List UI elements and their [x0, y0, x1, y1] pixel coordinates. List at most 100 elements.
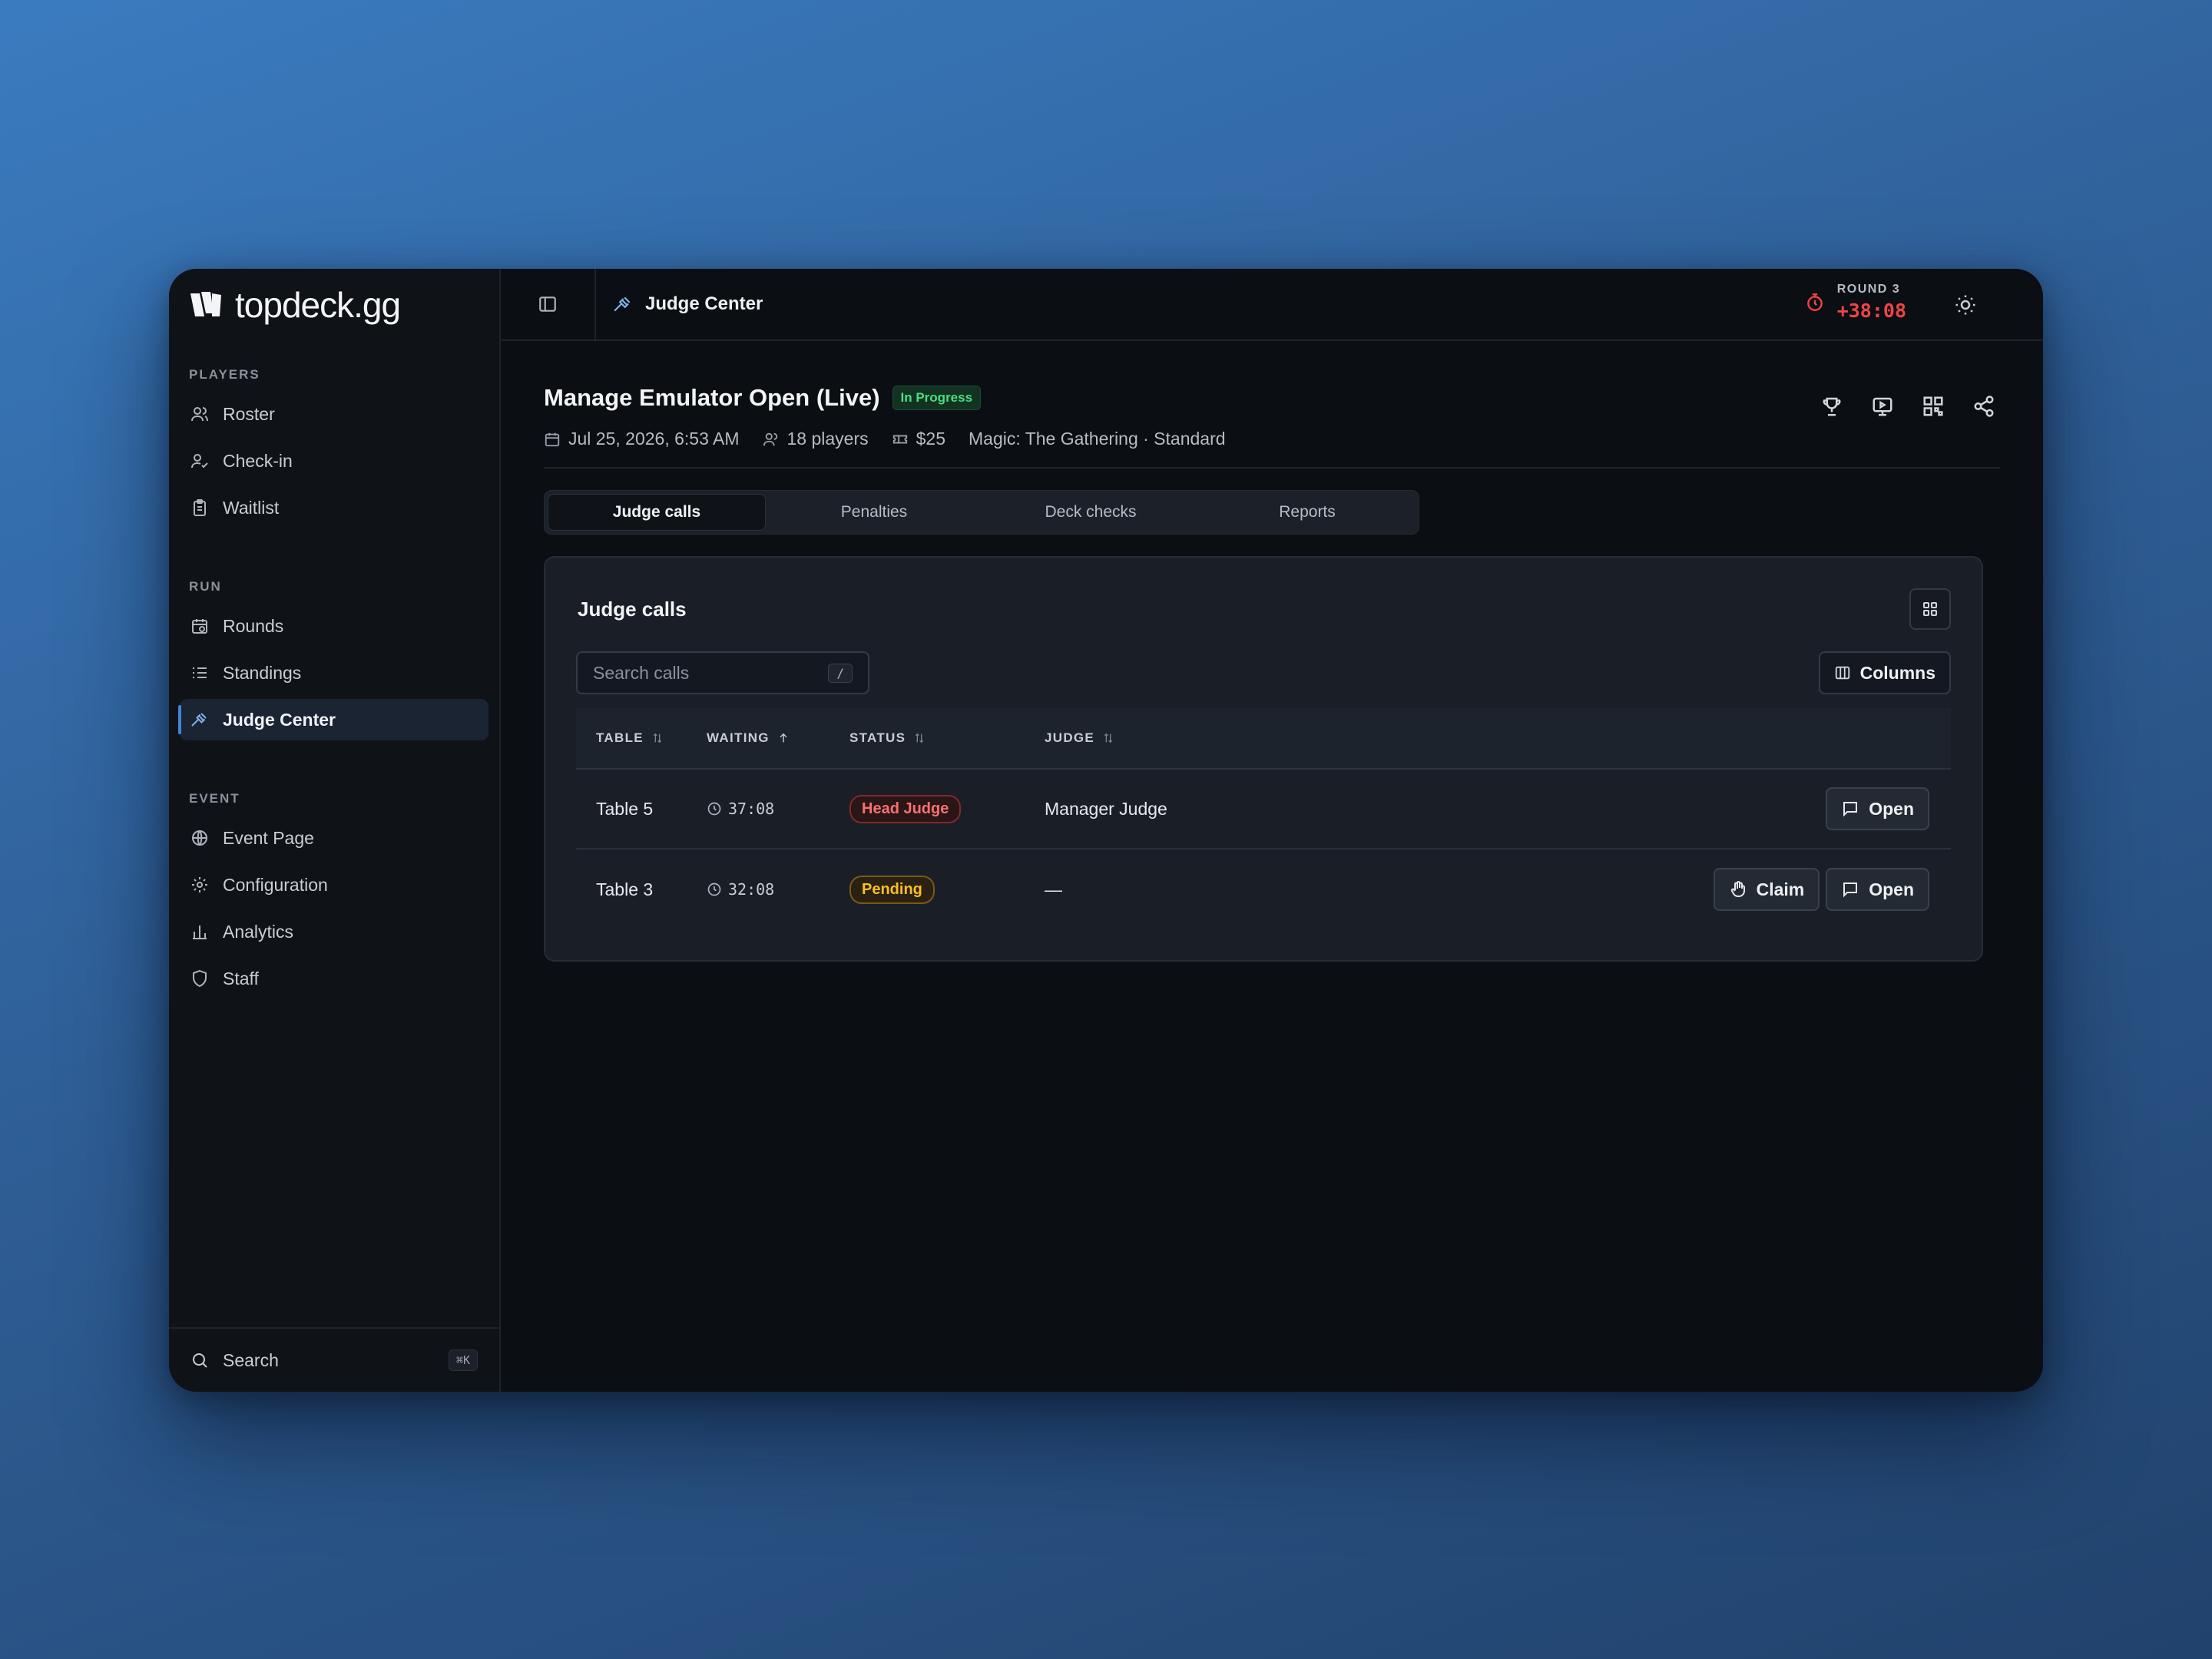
sidebar-section-run: RUN Rounds Standings Judge Center	[169, 579, 499, 740]
cell-table: Table 5	[596, 798, 654, 819]
main-area: Judge Center ROUND 3 +38:08 Manage Emula…	[501, 269, 2043, 1392]
tab-penalties[interactable]: Penalties	[766, 494, 982, 531]
trophy-icon[interactable]	[1820, 395, 1843, 418]
gavel-icon	[614, 296, 631, 312]
calendar-clock-icon	[192, 619, 207, 634]
sidebar: topdeck.gg PLAYERS Roster Check-in Waitl…	[169, 269, 501, 1392]
sidebar-toggle-button[interactable]	[501, 269, 596, 340]
sidebar-item-standings[interactable]: Standings	[180, 652, 488, 694]
open-button[interactable]: Open	[1826, 787, 1929, 830]
tab-bar: Judge calls Penalties Deck checks Report…	[544, 490, 1419, 535]
breadcrumb-title: Judge Center	[645, 293, 763, 314]
sidebar-search[interactable]: Search ⌘K	[169, 1327, 499, 1392]
tab-judge-calls[interactable]: Judge calls	[548, 494, 766, 531]
sidebar-item-event-page[interactable]: Event Page	[180, 817, 488, 859]
sort-icon	[1104, 733, 1113, 743]
cell-judge: Manager Judge	[1045, 798, 1167, 819]
column-header-waiting[interactable]: WAITING	[707, 730, 849, 746]
app-window: topdeck.gg PLAYERS Roster Check-in Waitl…	[169, 269, 2043, 1392]
sidebar-item-rounds[interactable]: Rounds	[180, 605, 488, 647]
row-actions: Claim Open	[1713, 868, 1929, 911]
cell-table: Table 3	[596, 879, 654, 899]
message-square-icon	[1843, 802, 1858, 817]
round-timer-widget[interactable]: ROUND 3 +38:08	[1805, 283, 1906, 322]
sidebar-item-staff[interactable]: Staff	[180, 958, 488, 999]
search-shortcut-hint: /	[828, 663, 853, 683]
user-check-icon	[191, 454, 208, 469]
page-content: Manage Emulator Open (Live) In Progress …	[501, 341, 2043, 962]
column-header-label: WAITING	[707, 730, 770, 745]
waiting-time: 37:08	[728, 800, 775, 818]
message-square-icon	[1843, 882, 1858, 898]
globe-icon	[192, 830, 207, 846]
open-label: Open	[1869, 879, 1914, 899]
breadcrumb: Judge Center	[596, 293, 763, 315]
claim-label: Claim	[1756, 879, 1805, 899]
event-players-text: 18 players	[786, 429, 869, 449]
sidebar-item-label: Waitlist	[223, 497, 280, 518]
grid-icon	[1923, 602, 1937, 616]
display-icon[interactable]	[1871, 395, 1894, 418]
tab-deck-checks[interactable]: Deck checks	[982, 494, 1199, 531]
sidebar-item-roster[interactable]: Roster	[180, 393, 488, 435]
users-icon	[763, 432, 777, 445]
sort-icon	[653, 733, 662, 743]
status-badge: Head Judge	[849, 794, 962, 823]
sort-icon	[916, 733, 924, 743]
column-header-status[interactable]: STATUS	[849, 730, 1045, 746]
sidebar-item-waitlist[interactable]: Waitlist	[180, 487, 488, 528]
clock-icon	[707, 802, 721, 816]
claim-button[interactable]: Claim	[1713, 868, 1820, 911]
list-icon	[193, 667, 207, 678]
sidebar-item-label: Standings	[223, 662, 302, 683]
hand-icon	[1730, 881, 1745, 897]
cell-status: Pending	[849, 875, 1045, 904]
event-actions	[1820, 395, 1995, 418]
waiting-time: 32:08	[728, 880, 775, 899]
sidebar-item-label: Judge Center	[223, 709, 336, 730]
cell-status: Head Judge	[849, 794, 1045, 823]
column-header-judge[interactable]: JUDGE	[1045, 730, 1951, 746]
cell-waiting: 37:08	[707, 800, 849, 818]
sidebar-item-check-in[interactable]: Check-in	[180, 440, 488, 482]
brand-name: topdeck.gg	[235, 285, 401, 325]
row-actions: Open	[1826, 787, 1929, 830]
tab-reports[interactable]: Reports	[1199, 494, 1416, 531]
theme-toggle-button[interactable]	[1954, 293, 1977, 320]
search-input[interactable]	[593, 662, 829, 684]
open-button[interactable]: Open	[1826, 868, 1929, 911]
round-label: ROUND 3	[1836, 283, 1901, 296]
clipboard-icon	[194, 499, 206, 516]
event-players: 18 players	[763, 429, 869, 449]
topbar: Judge Center ROUND 3 +38:08	[501, 269, 2043, 341]
sidebar-item-label: Configuration	[223, 874, 328, 895]
search-icon	[193, 1353, 207, 1368]
sidebar-section-event: EVENT Event Page Configuration Analytics…	[169, 791, 499, 999]
share-icon[interactable]	[1972, 395, 1995, 418]
grid-view-button[interactable]	[1909, 588, 1951, 630]
event-fee: $25	[892, 429, 945, 449]
sidebar-item-label: Event Page	[223, 827, 314, 848]
card-title: Judge calls	[578, 598, 687, 621]
section-label: RUN	[189, 579, 222, 594]
judge-calls-card: Judge calls / Columns TABLE	[544, 556, 1983, 962]
brand-logo[interactable]: topdeck.gg	[169, 269, 499, 341]
column-header-table[interactable]: TABLE	[576, 730, 707, 746]
shield-icon	[193, 969, 207, 988]
qr-code-icon[interactable]	[1922, 395, 1945, 418]
event-date: Jul 25, 2026, 6:53 AM	[544, 429, 740, 449]
sidebar-item-judge-center[interactable]: Judge Center	[178, 699, 488, 740]
table-row[interactable]: Table 3 32:08 Pending — Claim Open	[576, 849, 1951, 929]
page-title: Manage Emulator Open (Live)	[544, 384, 880, 411]
judge-calls-table: TABLE WAITING STATUS JUDGE Table 5 37:08…	[576, 708, 1951, 929]
event-game: Magic: The Gathering · Standard	[969, 429, 1226, 449]
columns-label: Columns	[1859, 662, 1936, 683]
columns-button[interactable]: Columns	[1818, 651, 1951, 694]
gavel-icon	[191, 713, 207, 727]
calendar-icon	[545, 432, 560, 446]
sidebar-item-configuration[interactable]: Configuration	[180, 864, 488, 906]
cell-waiting: 32:08	[707, 880, 849, 899]
sidebar-item-analytics[interactable]: Analytics	[180, 911, 488, 952]
table-row[interactable]: Table 5 37:08 Head Judge Manager Judge O…	[576, 770, 1951, 849]
sidebar-item-label: Staff	[223, 968, 259, 988]
